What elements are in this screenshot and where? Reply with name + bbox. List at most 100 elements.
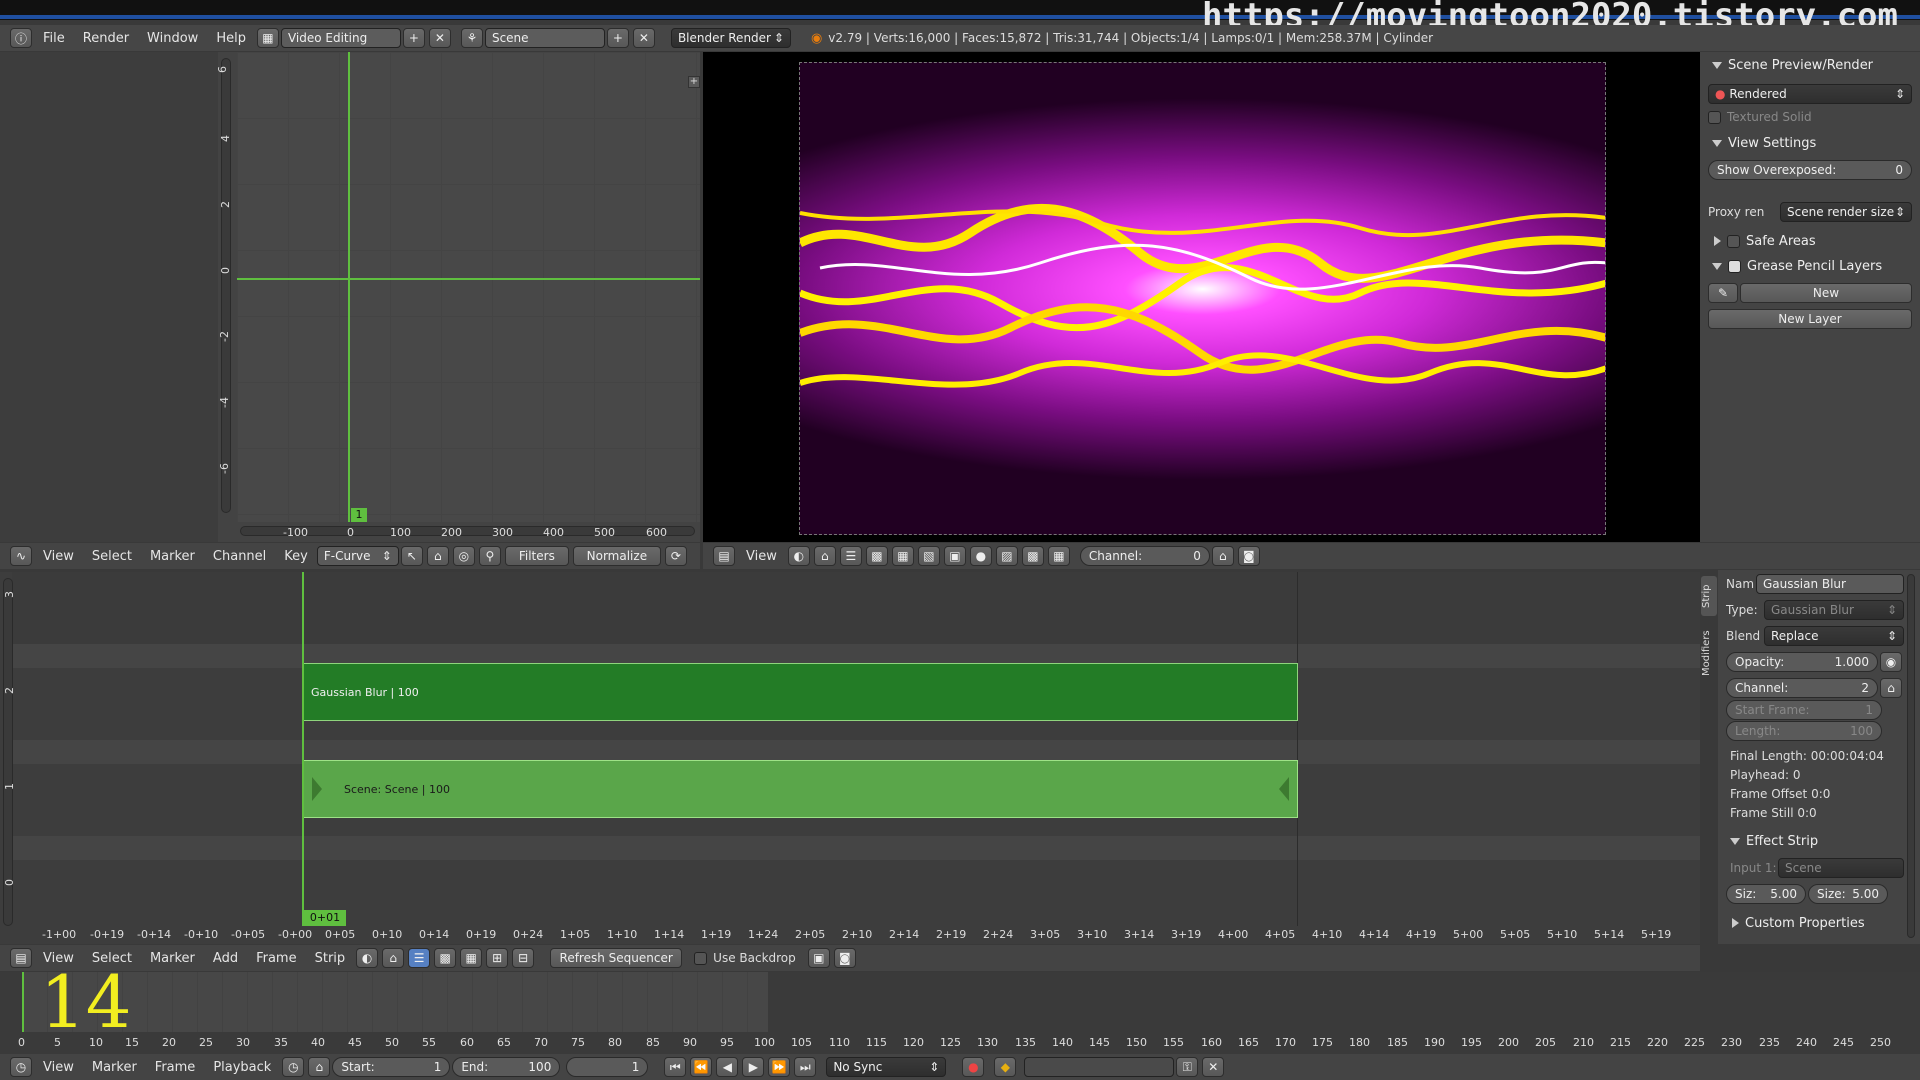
image-icon-button[interactable]: ▨ (995, 546, 1018, 566)
menu-add[interactable]: Add (204, 951, 247, 966)
scene-remove-button[interactable]: ✕ (632, 28, 655, 48)
panel-safe-areas[interactable]: Safe Areas (1708, 230, 1912, 252)
channel-field[interactable]: Channel: 2 (1726, 678, 1878, 698)
lock-icon-button[interactable]: ⌂ (1211, 546, 1234, 566)
current-frame-field[interactable]: 1 (566, 1057, 649, 1077)
blue-icon-button[interactable]: ▩ (1021, 546, 1044, 566)
blend-select[interactable]: Replace ⇕ (1764, 626, 1904, 646)
alpha-icon-button[interactable]: ▧ (917, 546, 940, 566)
snap-mode-button[interactable]: ⊟ (512, 948, 535, 968)
checkbox[interactable] (1728, 259, 1741, 273)
keying-set-button[interactable]: ◆ (994, 1057, 1017, 1077)
sequencer-timeline[interactable]: Gaussian Blur | 100 Scene: Scene | 100 0… (0, 572, 1700, 944)
search-icon-button[interactable]: ⚲ (478, 546, 501, 566)
menu-key[interactable]: Key (275, 549, 317, 564)
sequencer-preview[interactable] (703, 52, 1700, 542)
channel-lock-button[interactable]: ⌂ (1880, 678, 1902, 698)
preview-range-button[interactable]: ◷ (282, 1057, 305, 1077)
menu-help[interactable]: Help (207, 31, 255, 46)
menu-frame[interactable]: Frame (247, 951, 306, 966)
panel-effect-strip[interactable]: Effect Strip (1726, 830, 1904, 852)
graph-plus-icon[interactable]: + (688, 76, 700, 88)
menu-window[interactable]: Window (138, 31, 207, 46)
mask-icon-button[interactable]: ▦ (1047, 546, 1070, 566)
menu-view[interactable]: View (737, 549, 786, 564)
name-input[interactable]: Gaussian Blur (1756, 574, 1904, 594)
mode-select[interactable]: F-Curve ⇕ (316, 546, 399, 566)
keying-set-field[interactable] (1024, 1057, 1175, 1077)
prev-keyframe-button[interactable]: ⏪ (690, 1057, 713, 1077)
view-both-button[interactable]: ▦ (460, 948, 483, 968)
menu-marker[interactable]: Marker (141, 549, 204, 564)
overlay-frame-button[interactable]: ▣ (807, 948, 830, 968)
ghost-icon-button[interactable]: ◎ (452, 546, 475, 566)
menu-marker[interactable]: Marker (141, 951, 204, 966)
editor-type-button[interactable]: ▤ (10, 948, 32, 968)
view-seq-button[interactable]: ☰ (408, 948, 431, 968)
siz-field[interactable]: Siz: 5.00 (1726, 884, 1806, 904)
camera-icon-button[interactable]: ◙ (833, 948, 856, 968)
end-field[interactable]: End: 100 (452, 1057, 561, 1077)
scene-icon-button[interactable]: ⚘ (460, 28, 483, 48)
checkbox[interactable] (1708, 110, 1721, 124)
proxy-select[interactable]: Scene render size ⇕ (1780, 202, 1912, 222)
next-keyframe-button[interactable]: ⏩ (768, 1057, 791, 1077)
gp-brush-button[interactable]: ✎ (1708, 283, 1738, 303)
graph-x-scrollbar[interactable] (240, 526, 695, 536)
lock-icon-button[interactable]: ⌂ (426, 546, 449, 566)
info-editor-button[interactable]: ⓘ (10, 28, 32, 48)
refresh-sequencer-button[interactable]: Refresh Sequencer (550, 948, 683, 968)
menu-select[interactable]: Select (83, 549, 141, 564)
layout-icon-button[interactable]: ▦ (256, 28, 279, 48)
graph-plot-area[interactable] (237, 52, 700, 522)
strip-panel-scrollbar[interactable] (1907, 574, 1915, 938)
gp-new-button[interactable]: New (1740, 283, 1912, 303)
show-overexposed-field[interactable]: Show Overexposed: 0 (1708, 160, 1912, 180)
panel-scene-preview[interactable]: Scene Preview/Render (1708, 54, 1912, 76)
jump-end-button[interactable]: ⏭ (794, 1057, 817, 1077)
checker-icon-button[interactable]: ▩ (865, 546, 888, 566)
record-button[interactable]: ● (962, 1057, 985, 1077)
panel-custom-properties[interactable]: Custom Properties (1726, 912, 1904, 934)
delete-key-button[interactable]: ✕ (1202, 1057, 1225, 1077)
layout-remove-button[interactable]: ✕ (428, 28, 451, 48)
tab-strip[interactable]: Strip (1701, 576, 1717, 616)
play-reverse-button[interactable]: ◀ (716, 1057, 739, 1077)
menu-file[interactable]: File (34, 31, 74, 46)
overlay-icon-button[interactable]: ◐ (787, 546, 810, 566)
seq-y-scrollbar[interactable] (3, 578, 13, 926)
menu-marker[interactable]: Marker (83, 1060, 146, 1075)
scene-field[interactable]: Scene (484, 28, 605, 48)
timeline-editor[interactable]: 14 0 5 10 15 20 25 30 35 40 45 50 55 60 … (0, 966, 1920, 1054)
strip-right-handle[interactable] (1279, 777, 1289, 801)
sync-select[interactable]: No Sync ⇕ (826, 1057, 947, 1077)
lock-icon-button[interactable]: ⌂ (308, 1057, 331, 1077)
start-field[interactable]: Start: 1 (332, 1057, 451, 1077)
textured-solid-toggle[interactable]: Textured Solid (1708, 106, 1912, 128)
strip-left-handle[interactable] (312, 777, 322, 801)
menu-playback[interactable]: Playback (204, 1060, 280, 1075)
filters-button[interactable]: Filters (504, 546, 569, 566)
panel-view-settings[interactable]: View Settings (1708, 132, 1912, 154)
lock-icon-button[interactable]: ⌂ (382, 948, 405, 968)
view-preview-button[interactable]: ▩ (434, 948, 457, 968)
menu-frame[interactable]: Frame (146, 1060, 205, 1075)
overlay-icon-button[interactable]: ◐ (356, 948, 379, 968)
scene-strip[interactable]: Scene: Scene | 100 (303, 760, 1298, 818)
camera-icon-button[interactable]: ◙ (1237, 546, 1260, 566)
channel-field[interactable]: Channel: 0 (1079, 546, 1210, 566)
gaussian-blur-strip[interactable]: Gaussian Blur | 100 (303, 663, 1298, 721)
red-icon-button[interactable]: ▣ (943, 546, 966, 566)
editor-type-button[interactable]: ▤ (713, 546, 735, 566)
cursor-icon-button[interactable]: ↖ (400, 546, 423, 566)
mono-icon-button[interactable]: ● (969, 546, 992, 566)
tab-modifiers[interactable]: Modifiers (1701, 622, 1717, 684)
insert-key-button[interactable]: ⚿ (1176, 1057, 1199, 1077)
refresh-icon-button[interactable]: ⟳ (664, 546, 687, 566)
play-button[interactable]: ▶ (742, 1057, 765, 1077)
snap-icon-button[interactable]: ⊞ (486, 948, 509, 968)
panel-grease-pencil[interactable]: Grease Pencil Layers (1708, 255, 1912, 277)
checkbox[interactable] (1727, 234, 1740, 248)
menu-view[interactable]: View (34, 549, 83, 564)
use-backdrop-toggle[interactable]: Use Backdrop (694, 951, 796, 965)
